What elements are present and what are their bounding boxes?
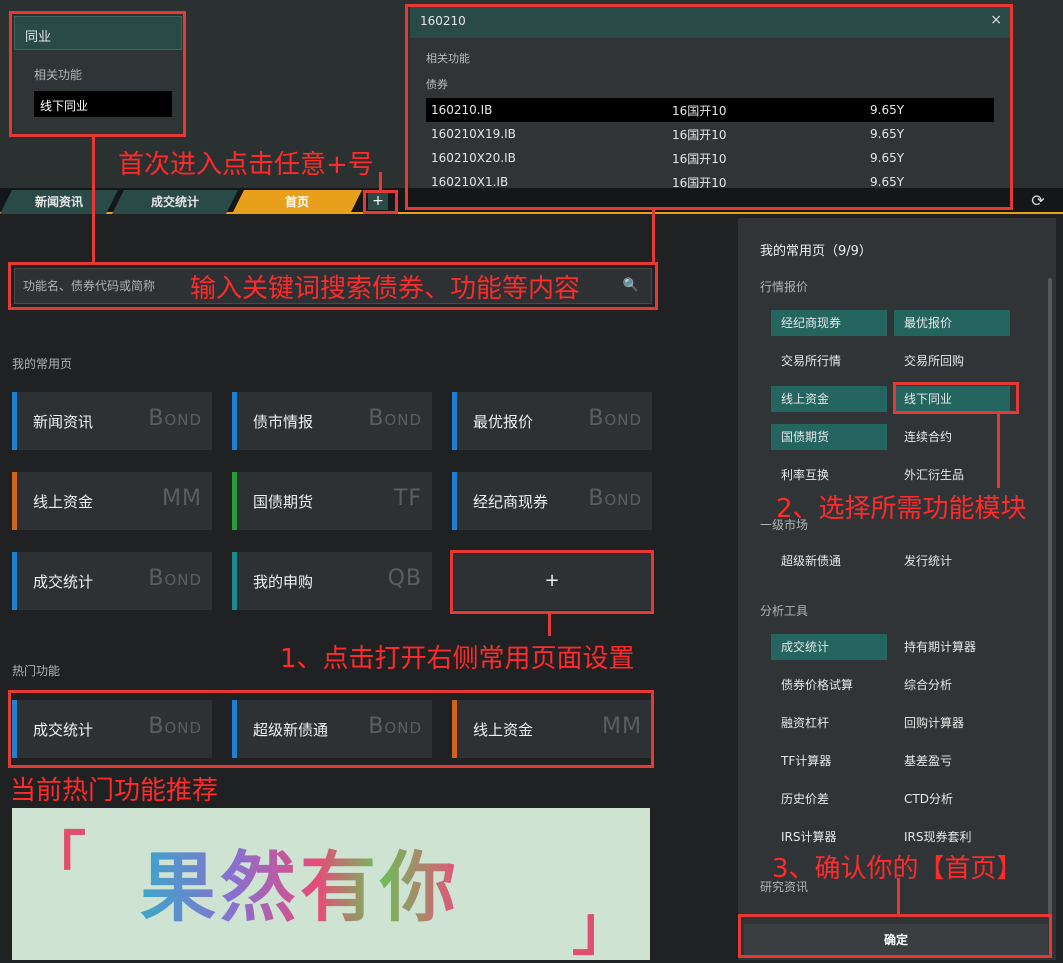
section-tools: 分析工具 [760, 604, 809, 618]
function-card[interactable]: 经纪商现券 Bond [452, 472, 652, 530]
card-name: 最优报价 [473, 413, 534, 431]
function-chip[interactable]: 基差盈亏 [894, 748, 1010, 774]
function-card[interactable]: 最优报价 Bond [452, 392, 652, 450]
annotation-box-add-card [450, 550, 654, 614]
hot-functions-label: 热门功能 [12, 664, 61, 678]
annotation-line [92, 137, 95, 263]
annotation-step3: 3、确认你的【首页】 [772, 854, 1023, 884]
refresh-icon[interactable]: ⟳ [1028, 192, 1048, 210]
annotation-box-confirm [738, 914, 1052, 958]
function-chip[interactable]: 综合分析 [894, 672, 1010, 698]
function-chip[interactable]: 外汇衍生品 [894, 462, 1010, 488]
function-card[interactable]: 线上资金 MM [12, 472, 212, 530]
card-name: 新闻资讯 [33, 413, 94, 431]
function-chip[interactable]: 发行统计 [894, 548, 1010, 574]
function-card[interactable]: 成交统计 Bond [12, 552, 212, 610]
banner-right-bracket: 」 [572, 894, 632, 960]
card-name: 线上资金 [33, 493, 94, 511]
annotation-hot-hint: 当前热门功能推荐 [10, 776, 219, 806]
function-chip[interactable]: CTD分析 [894, 786, 1010, 812]
card-category-tag: Bond [148, 566, 202, 591]
promo-banner[interactable]: 「 果然有你 」 [12, 808, 650, 960]
annotation-step1: 1、点击打开右侧常用页面设置 [280, 644, 635, 674]
card-category-tag: Bond [368, 406, 422, 431]
function-chip[interactable]: 成交统计 [771, 634, 887, 660]
function-chip[interactable]: TF计算器 [771, 748, 887, 774]
card-name: 我的申购 [253, 573, 314, 591]
annotation-box-hot [8, 690, 654, 768]
card-category-tag: QB [387, 566, 422, 591]
annotation-box-peer-popup [9, 11, 186, 137]
function-chip[interactable]: 线上资金 [771, 386, 887, 412]
section-quote: 行情报价 [760, 280, 809, 294]
banner-text: 果然有你 [140, 826, 460, 936]
banner-left-bracket: 「 [26, 826, 86, 896]
function-chip[interactable]: 债券价格试算 [771, 672, 887, 698]
function-card[interactable]: 债市情报 Bond [232, 392, 432, 450]
function-chip[interactable]: 交易所回购 [894, 348, 1010, 374]
card-category-tag: MM [162, 486, 202, 511]
function-chip[interactable]: 持有期计算器 [894, 634, 1010, 660]
panel-title: 我的常用页（9/9） [760, 244, 872, 259]
card-category-tag: Bond [588, 406, 642, 431]
card-category-tag: Bond [588, 486, 642, 511]
card-name: 经纪商现券 [473, 493, 549, 511]
annotation-box-chip [893, 382, 1019, 414]
function-chip[interactable]: 交易所行情 [771, 348, 887, 374]
function-chip[interactable]: 经纪商现券 [771, 310, 887, 336]
function-chip[interactable]: 连续合约 [894, 424, 1010, 450]
function-chip[interactable]: IRS现券套利 [894, 824, 1010, 850]
function-chip[interactable]: 融资杠杆 [771, 710, 887, 736]
tab-label: 新闻资讯 [34, 195, 83, 209]
panel-scrollbar[interactable] [1048, 278, 1052, 918]
tab-home[interactable]: 首页 [232, 190, 362, 214]
function-chip[interactable]: 利率互换 [771, 462, 887, 488]
function-chip[interactable]: 超级新债通 [771, 548, 887, 574]
annotation-search-hint: 输入关键词搜索债券、功能等内容 [190, 274, 581, 304]
annotation-line [548, 614, 551, 636]
card-category-tag: Bond [148, 406, 202, 431]
function-card[interactable]: 新闻资讯 Bond [12, 392, 212, 450]
function-chip[interactable]: 国债期货 [771, 424, 887, 450]
annotation-line [997, 414, 1000, 488]
tab-news[interactable]: 新闻资讯 [0, 190, 118, 214]
tab-trade-stats[interactable]: 成交统计 [112, 190, 238, 214]
annotation-line [652, 210, 655, 263]
my-pages-label: 我的常用页 [12, 357, 73, 371]
function-card[interactable]: 我的申购 QB [232, 552, 432, 610]
card-name: 国债期货 [253, 493, 314, 511]
function-chip[interactable]: 回购计算器 [894, 710, 1010, 736]
tab-label: 首页 [284, 195, 309, 209]
card-name: 债市情报 [253, 413, 314, 431]
annotation-line [379, 172, 382, 190]
annotation-first-enter: 首次进入点击任意+号 [118, 150, 374, 180]
function-card[interactable]: 国债期货 TF [232, 472, 432, 530]
card-name: 成交统计 [33, 573, 94, 591]
function-chip[interactable]: IRS计算器 [771, 824, 887, 850]
annotation-step2: 2、选择所需功能模块 [776, 494, 1027, 524]
function-chip[interactable]: 最优报价 [894, 310, 1010, 336]
tab-label: 成交统计 [150, 195, 199, 209]
card-category-tag: TF [393, 486, 422, 511]
function-chip[interactable]: 历史价差 [771, 786, 887, 812]
annotation-box-add-tab [363, 190, 398, 214]
annotation-box-bond-popup [405, 4, 1013, 210]
